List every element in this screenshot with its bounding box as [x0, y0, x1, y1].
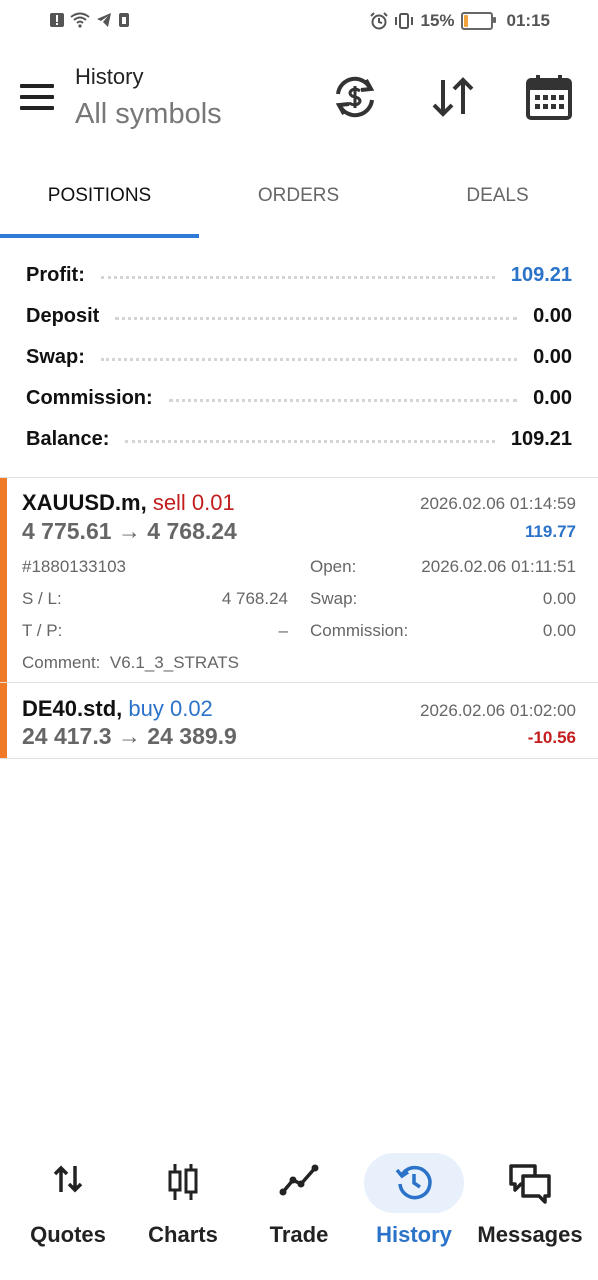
comment-label: Comment: [22, 653, 101, 672]
quotes-arrows-icon [53, 1165, 83, 1193]
swap-value: 0.00 [533, 345, 572, 368]
sl-label: S / L: [22, 589, 62, 608]
balance-label: Balance: [26, 427, 110, 450]
nav-charts[interactable]: Charts [124, 1150, 242, 1250]
nav-label: History [376, 1222, 452, 1247]
summary-balance: Balance: 109.21 [26, 420, 572, 458]
commission-label: Commission: [310, 621, 409, 640]
telegram-icon [97, 13, 111, 27]
position-prices: 4 775.61 → 4 768.24 [22, 518, 237, 544]
summary-deposit: Deposit 0.00 [26, 297, 572, 335]
nav-label: Messages [477, 1222, 583, 1247]
position-direction: sell 0.01 [152, 490, 235, 515]
tab-orders[interactable]: ORDERS [199, 170, 398, 236]
sim-icon [119, 13, 129, 27]
status-bar: 15% 01:15 [0, 0, 598, 44]
history-clock-icon [395, 1165, 432, 1200]
nav-history[interactable]: History [355, 1150, 473, 1250]
tp-value: – [278, 621, 288, 640]
swap-label: Swap: [26, 345, 85, 368]
comment-value: V6.1_3_STRATS [109, 653, 240, 672]
alarm-icon [370, 12, 389, 30]
comment: Comment: V6.1_3_STRATS [22, 653, 239, 673]
symbol-filter[interactable]: All symbols [75, 98, 222, 131]
vibrate-icon [395, 13, 414, 29]
open-label: Open: [310, 557, 357, 576]
position-prices: 24 417.3 → 24 389.9 [22, 723, 237, 749]
battery-icon [460, 12, 496, 30]
position-symbol: DE40.std, buy 0.02 [22, 696, 213, 722]
commission-value: 0.00 [542, 621, 576, 640]
menu-icon[interactable] [20, 84, 54, 112]
status-icons-right: 15% 01:15 [370, 11, 550, 31]
position-profit: 119.77 [524, 522, 576, 541]
dotted-leader [100, 275, 495, 279]
deposit-value: 0.00 [533, 304, 572, 327]
position-symbol: XAUUSD.m, sell 0.01 [22, 490, 235, 516]
nav-messages[interactable]: Messages [471, 1150, 589, 1250]
commission-label: Commission: [26, 386, 153, 409]
close-time: 2026.02.06 01:02:00 [420, 701, 576, 720]
currency-exchange-icon [335, 76, 375, 118]
summary-profit: Profit: 109.21 [26, 256, 572, 294]
position-indicator-bar [0, 478, 7, 682]
wifi-icon [70, 12, 90, 28]
deposit-label: Deposit [26, 304, 100, 327]
summary-swap: Swap: 0.00 [26, 338, 572, 376]
symbol-name: XAUUSD.m, [22, 490, 147, 515]
active-tab-indicator [0, 234, 199, 238]
sort-arrows-icon [432, 77, 474, 117]
dotted-leader [115, 316, 518, 320]
symbol-name: DE40.std, [22, 696, 123, 721]
position-indicator-bar [0, 683, 7, 758]
profit-value: 109.21 [510, 263, 572, 286]
dotted-leader [168, 398, 518, 402]
swap-label: Swap: [310, 589, 358, 608]
position-row-xauusd[interactable]: XAUUSD.m, sell 0.01 2026.02.06 01:14:59 … [0, 478, 598, 682]
nav-quotes[interactable]: Quotes [9, 1150, 127, 1250]
position-row-de40[interactable]: DE40.std, buy 0.02 2026.02.06 01:02:00 2… [0, 683, 598, 758]
close-time: 2026.02.06 01:14:59 [420, 494, 576, 513]
dotted-leader [100, 357, 518, 361]
commission-value: 0.00 [533, 386, 572, 409]
status-time: 01:15 [506, 11, 550, 30]
battery-percent: 15% [420, 11, 455, 30]
candlestick-icon [168, 1164, 198, 1200]
tab-deals[interactable]: DEALS [398, 170, 597, 236]
dotted-leader [125, 439, 495, 443]
position-profit: -10.56 [527, 728, 576, 747]
nav-label: Charts [148, 1222, 218, 1247]
swap-value: 0.00 [542, 589, 576, 608]
open-time: 2026.02.06 01:11:51 [421, 557, 576, 576]
tab-positions[interactable]: POSITIONS [0, 170, 199, 236]
calendar-button[interactable] [524, 72, 574, 122]
trade-line-icon [279, 1164, 319, 1196]
status-icons-left [50, 12, 130, 28]
divider [0, 758, 598, 759]
nav-label: Quotes [30, 1222, 106, 1247]
nav-label: Trade [269, 1222, 329, 1247]
summary-commission: Commission: 0.00 [26, 379, 572, 417]
sort-button[interactable] [428, 72, 478, 122]
calendar-icon [526, 75, 572, 120]
alert-icon [50, 13, 64, 27]
ticket-number: #1880133103 [22, 557, 127, 576]
sl-value: 4 768.24 [221, 589, 288, 608]
messages-icon [509, 1164, 551, 1204]
profit-label: Profit: [26, 263, 85, 286]
currency-exchange-button[interactable] [330, 72, 380, 122]
nav-trade[interactable]: Trade [240, 1150, 358, 1250]
position-direction: buy 0.02 [128, 696, 213, 721]
page-title: History [75, 64, 144, 89]
balance-value: 109.21 [510, 427, 572, 450]
tp-label: T / P: [22, 621, 63, 640]
